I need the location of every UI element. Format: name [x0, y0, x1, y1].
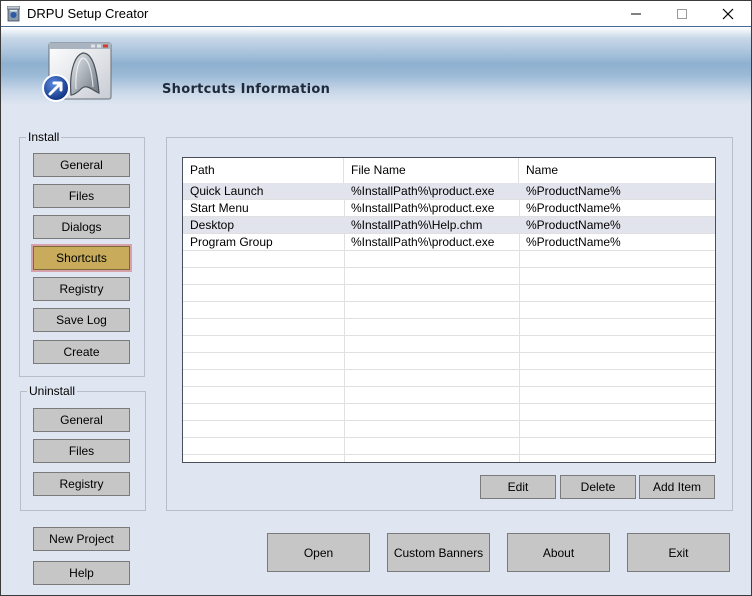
- uninstall-files-button[interactable]: Files: [33, 439, 130, 463]
- empty-row: [183, 319, 715, 336]
- uninstall-group-label: Uninstall: [27, 384, 78, 398]
- empty-row: [183, 370, 715, 387]
- add-item-button[interactable]: Add Item: [639, 475, 715, 499]
- empty-row: [183, 455, 715, 462]
- install-files-button[interactable]: Files: [33, 184, 130, 208]
- empty-row: [183, 387, 715, 404]
- column-header-file-name[interactable]: File Name: [344, 158, 519, 183]
- app-window: DRPU Setup Creator Shortcuts Information…: [0, 0, 752, 596]
- table-row[interactable]: Start Menu %InstallPath%\product.exe %Prod…: [183, 200, 715, 217]
- empty-row: [183, 421, 715, 438]
- path-cell: Start Menu: [190, 201, 249, 215]
- empty-row: [183, 438, 715, 455]
- new-project-button[interactable]: New Project: [33, 527, 130, 551]
- name-cell: %ProductName%: [526, 201, 621, 215]
- column-header-path[interactable]: Path: [183, 158, 344, 183]
- file-name-cell: %InstallPath%\product.exe: [351, 201, 495, 215]
- maximize-button[interactable]: [659, 1, 705, 27]
- empty-row: [183, 404, 715, 421]
- edit-button[interactable]: Edit: [480, 475, 556, 499]
- minimize-button[interactable]: [613, 1, 659, 27]
- maximize-icon: [677, 9, 687, 19]
- install-create-button[interactable]: Create: [33, 340, 130, 364]
- help-button[interactable]: Help: [33, 561, 130, 585]
- title-bar: DRPU Setup Creator: [1, 1, 751, 27]
- minimize-icon: [631, 13, 641, 15]
- list-header: Path File Name Name: [183, 158, 715, 183]
- app-icon: [7, 6, 20, 22]
- empty-row: [183, 302, 715, 319]
- empty-row: [183, 251, 715, 268]
- install-shortcuts-button[interactable]: Shortcuts: [31, 244, 132, 272]
- install-save-log-button[interactable]: Save Log: [33, 308, 130, 332]
- table-row[interactable]: Program Group %InstallPath%\product.exe %P…: [183, 234, 715, 251]
- uninstall-registry-button[interactable]: Registry: [33, 472, 130, 496]
- file-name-cell: %InstallPath%\product.exe: [351, 235, 495, 249]
- header-banner: Shortcuts Information: [1, 27, 751, 119]
- about-button[interactable]: About: [507, 533, 610, 572]
- open-button[interactable]: Open: [267, 533, 370, 572]
- table-row[interactable]: Desktop %InstallPath%\Help.chm %ProductNam…: [183, 217, 715, 234]
- empty-row: [183, 285, 715, 302]
- close-icon: [722, 8, 734, 20]
- shortcut-window-icon: [42, 42, 112, 102]
- name-cell: %ProductName%: [526, 235, 621, 249]
- delete-button[interactable]: Delete: [560, 475, 636, 499]
- file-name-cell: %InstallPath%\product.exe: [351, 184, 495, 198]
- file-name-cell: %InstallPath%\Help.chm: [351, 218, 483, 232]
- table-row[interactable]: Quick Launch %InstallPath%\product.exe %Pr…: [183, 183, 715, 200]
- path-cell: Program Group: [190, 235, 273, 249]
- close-button[interactable]: [705, 1, 751, 27]
- empty-row: [183, 353, 715, 370]
- path-cell: Desktop: [190, 218, 235, 232]
- uninstall-general-button[interactable]: General: [33, 408, 130, 432]
- install-dialogs-button[interactable]: Dialogs: [33, 215, 130, 239]
- install-group-label: Install: [26, 130, 62, 144]
- empty-row: [183, 336, 715, 353]
- name-cell: %ProductName%: [526, 184, 621, 198]
- column-header-name[interactable]: Name: [519, 158, 715, 183]
- custom-banners-button[interactable]: Custom Banners: [387, 533, 490, 572]
- exit-button[interactable]: Exit: [627, 533, 730, 572]
- page-title: Shortcuts Information: [162, 82, 331, 97]
- empty-row: [183, 268, 715, 285]
- shortcuts-list[interactable]: Path File Name Name Quick Launch %Install…: [182, 157, 716, 463]
- install-registry-button[interactable]: Registry: [33, 277, 130, 301]
- window-title: DRPU Setup Creator: [27, 6, 149, 21]
- install-general-button[interactable]: General: [33, 153, 130, 177]
- path-cell: Quick Launch: [190, 184, 264, 198]
- name-cell: %ProductName%: [526, 218, 621, 232]
